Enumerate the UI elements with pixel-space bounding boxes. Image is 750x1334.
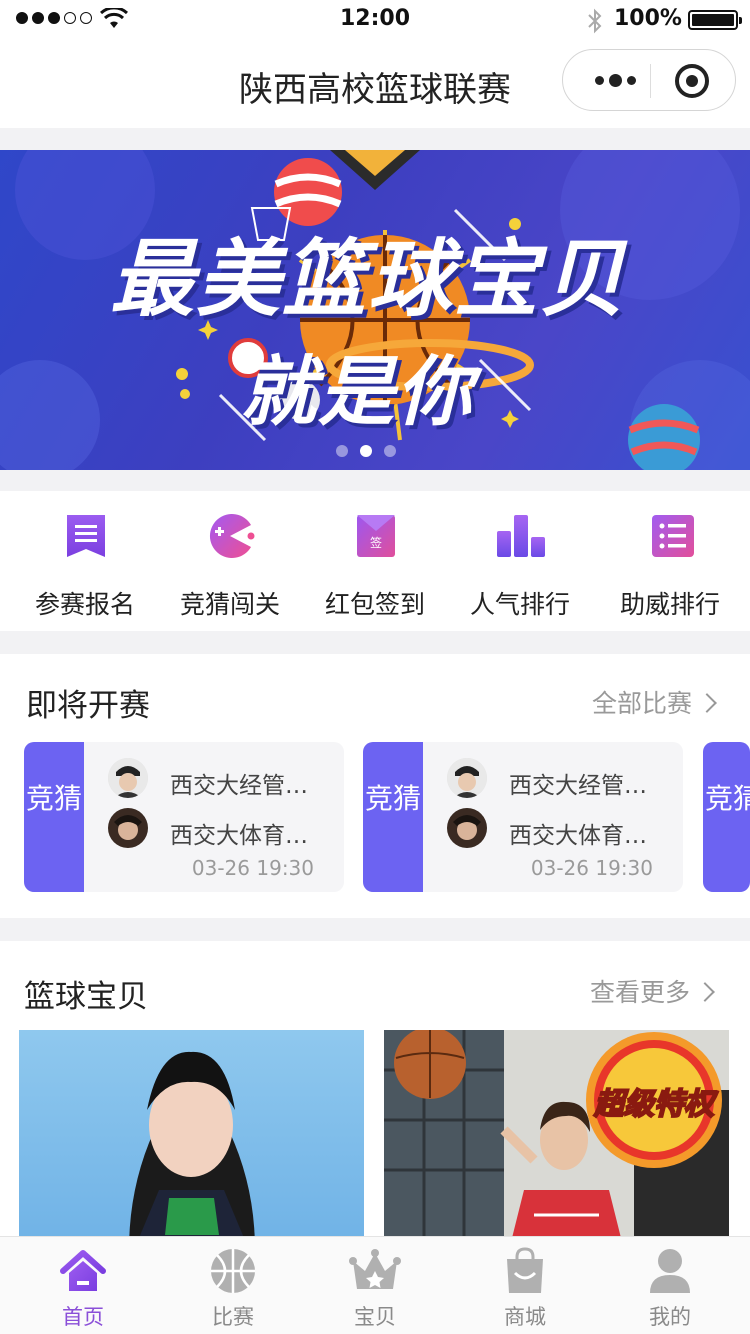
miniprogram-capsule bbox=[562, 49, 736, 111]
bar-chart-icon bbox=[497, 515, 545, 557]
nav-bar: 陕西高校篮球联赛 bbox=[0, 40, 750, 128]
match-card[interactable]: 竞猜 西交大经管… 西交大体育… 03-26 19:30 bbox=[24, 742, 344, 892]
envelope-icon-text: 签 bbox=[370, 535, 382, 550]
babes-section: 篮球宝贝 查看更多 超级特权 bbox=[0, 941, 750, 1241]
target-circle-icon[interactable] bbox=[675, 64, 709, 98]
carousel-dot bbox=[384, 445, 396, 457]
chevron-right-icon bbox=[697, 693, 717, 713]
team-a-name: 西交大经管… bbox=[509, 773, 647, 799]
tab-mine[interactable]: 我的 bbox=[595, 1237, 745, 1334]
banner-carousel[interactable]: 最美篮球宝贝 就是你 bbox=[0, 150, 750, 470]
guess-tag[interactable]: 竞猜 bbox=[703, 742, 750, 892]
carousel-dot bbox=[336, 445, 348, 457]
carousel-indicator bbox=[336, 445, 396, 457]
team-avatar bbox=[447, 758, 487, 798]
shopping-bag-icon bbox=[507, 1247, 543, 1293]
team-b-name: 西交大体育… bbox=[509, 823, 647, 849]
guess-tag[interactable]: 竞猜 bbox=[363, 742, 423, 892]
user-icon bbox=[650, 1249, 690, 1293]
section-title: 即将开赛 bbox=[26, 688, 150, 724]
quick-item-cheer[interactable]: 助威排行 bbox=[595, 491, 745, 631]
match-time: 03-26 19:30 bbox=[530, 856, 653, 880]
tab-home[interactable]: 首页 bbox=[8, 1237, 158, 1334]
tab-label: 商城 bbox=[504, 1305, 546, 1329]
team-avatar bbox=[108, 808, 148, 848]
battery-icon bbox=[688, 10, 742, 30]
quick-item-label: 参赛报名 bbox=[34, 590, 135, 619]
pacman-icon bbox=[209, 514, 255, 558]
section-title: 篮球宝贝 bbox=[24, 979, 148, 1015]
star-list-icon bbox=[652, 515, 694, 557]
status-bar: 12:00 100% bbox=[0, 0, 750, 40]
upcoming-section: 即将开赛 全部比赛 竞猜 西交大经管… 西交大体育… 03-26 19:30 竞… bbox=[0, 654, 750, 918]
quick-item-registration[interactable]: 参赛报名 bbox=[10, 491, 160, 631]
match-card[interactable]: 竞猜 西交大经管… 西交大体育… 03-26 19:30 bbox=[363, 742, 683, 892]
match-time: 03-26 19:30 bbox=[191, 856, 314, 880]
crown-icon bbox=[349, 1249, 401, 1289]
tab-shop[interactable]: 商城 bbox=[450, 1237, 600, 1334]
quick-item-guess[interactable]: 竞猜闯关 bbox=[155, 491, 305, 631]
red-envelope-sign-icon: 签 bbox=[357, 515, 395, 557]
babe-card[interactable] bbox=[19, 1030, 364, 1241]
babe-card[interactable]: 超级特权 bbox=[384, 1030, 729, 1241]
quick-item-label: 助威排行 bbox=[619, 590, 720, 619]
all-matches-link[interactable]: 全部比赛 bbox=[592, 684, 717, 720]
babe-photo bbox=[19, 1030, 364, 1241]
tab-matches[interactable]: 比赛 bbox=[158, 1237, 308, 1334]
tab-label: 比赛 bbox=[212, 1305, 254, 1329]
tab-label: 宝贝 bbox=[354, 1305, 396, 1329]
match-card-partial[interactable]: 竞猜 bbox=[703, 742, 750, 892]
carousel-dot-active bbox=[360, 445, 372, 457]
super-privilege-badge: 超级特权 bbox=[593, 1087, 719, 1122]
team-a-name: 西交大经管… bbox=[170, 773, 308, 799]
see-more-label: 查看更多 bbox=[590, 978, 691, 1007]
tab-label: 我的 bbox=[649, 1305, 691, 1329]
basketball-icon bbox=[211, 1249, 255, 1293]
quick-item-label: 人气排行 bbox=[469, 590, 570, 619]
tab-babes[interactable]: 宝贝 bbox=[300, 1237, 450, 1334]
babe-photo: 超级特权 bbox=[384, 1030, 729, 1241]
more-dots-icon[interactable] bbox=[585, 68, 645, 92]
capsule-divider bbox=[650, 64, 651, 98]
team-b-name: 西交大体育… bbox=[170, 823, 308, 849]
bluetooth-icon bbox=[588, 8, 602, 34]
banner-title-line2: 就是你 bbox=[240, 347, 474, 436]
quick-item-red-envelope[interactable]: 签 红包签到 bbox=[300, 491, 450, 631]
team-avatar bbox=[108, 758, 148, 798]
quick-item-label: 竞猜闯关 bbox=[179, 590, 280, 619]
quick-item-popularity[interactable]: 人气排行 bbox=[445, 491, 595, 631]
guess-tag[interactable]: 竞猜 bbox=[24, 742, 84, 892]
registration-doc-icon bbox=[67, 515, 105, 557]
chevron-right-icon bbox=[695, 982, 715, 1002]
tab-label: 首页 bbox=[62, 1305, 104, 1329]
quick-item-label: 红包签到 bbox=[324, 590, 425, 619]
team-avatar bbox=[447, 808, 487, 848]
banner-title-line1: 最美篮球宝贝 bbox=[110, 230, 627, 328]
battery-percent: 100% bbox=[614, 6, 682, 31]
tab-bar: 首页 比赛 宝贝 商城 我的 bbox=[0, 1236, 750, 1334]
see-more-link[interactable]: 查看更多 bbox=[590, 973, 715, 1009]
all-matches-label: 全部比赛 bbox=[592, 689, 693, 718]
home-icon bbox=[60, 1250, 106, 1291]
quick-menu: 参赛报名 竞猜闯关 签 红包签到 人气排行 助威排行 bbox=[0, 491, 750, 631]
